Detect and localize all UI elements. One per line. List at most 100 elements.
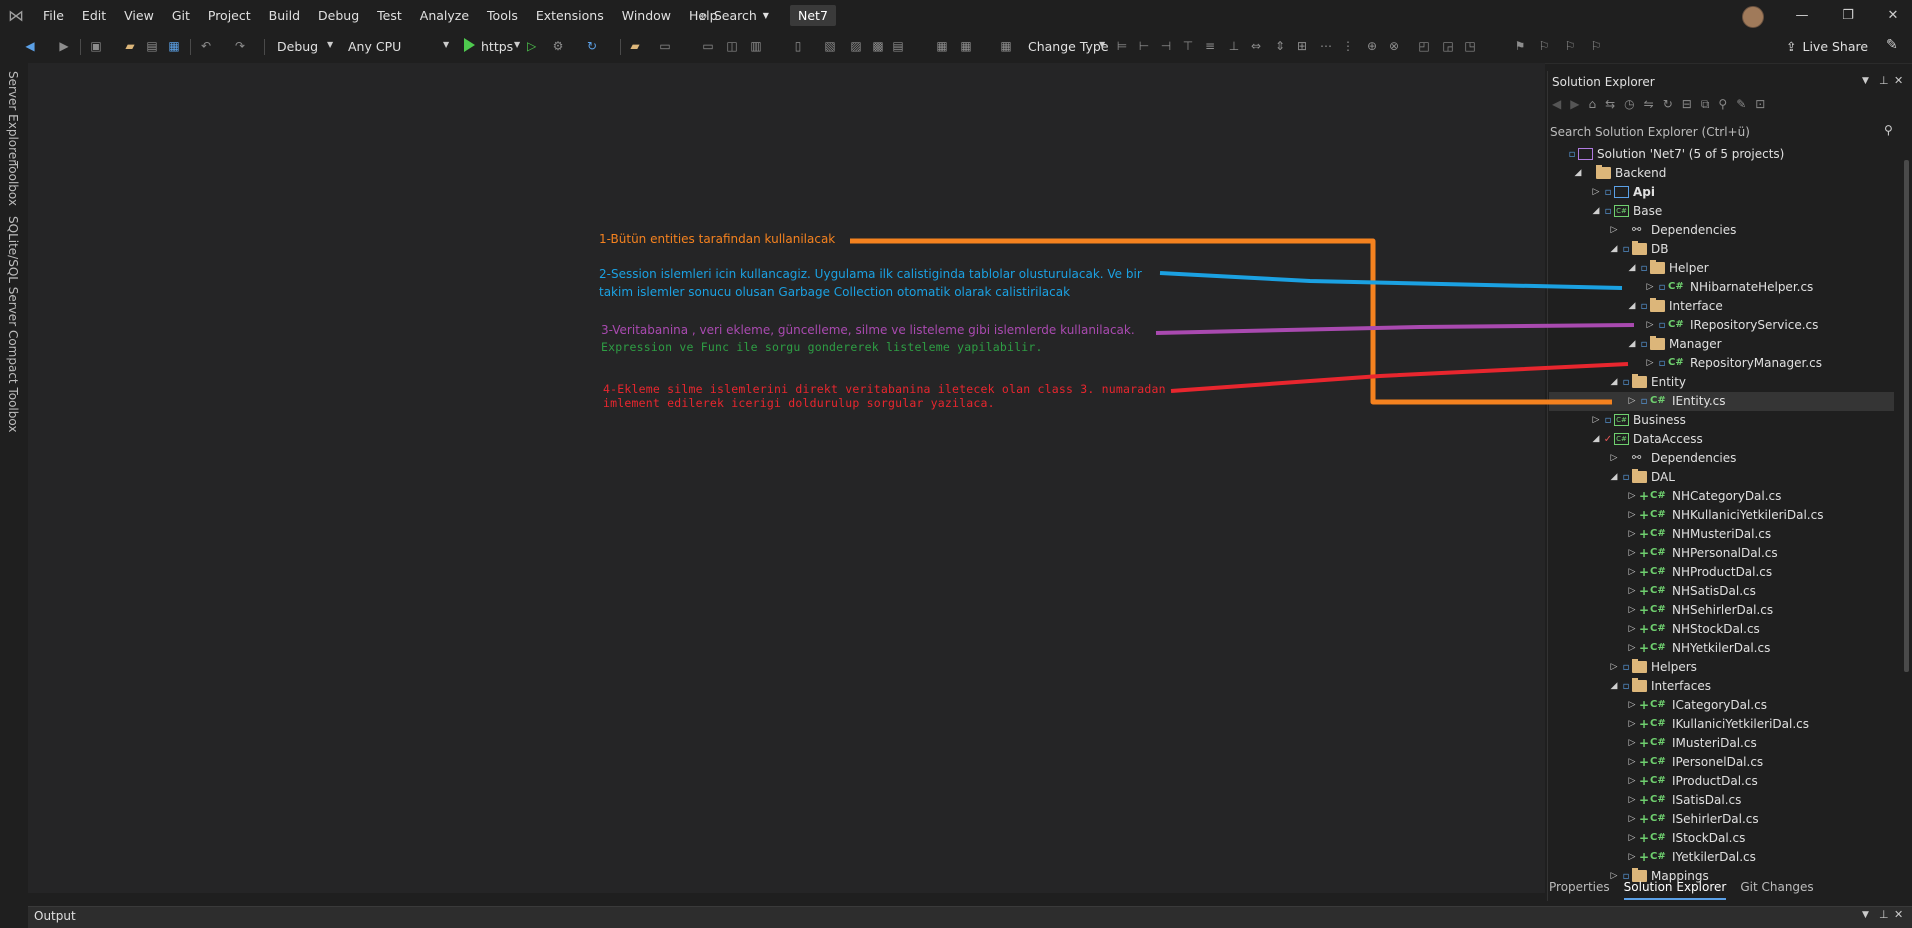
table-icon[interactable]: ▤ [890,38,906,54]
sync-active-document-icon[interactable]: ⇋ [1644,97,1654,117]
tree-item[interactable]: ▷ ▫ C# Business [1549,411,1894,430]
window-position-icon[interactable]: ▼ [1862,910,1869,920]
tree-item[interactable]: ▷ ⚯ Dependencies [1549,221,1894,240]
window-position-icon[interactable]: ▼ [1862,76,1869,86]
collapsed-chevron-icon[interactable]: ▷ [1627,525,1637,544]
bookmark-icon[interactable]: ▯ [790,38,806,54]
pin-icon[interactable]: ⊥ [1879,74,1889,87]
tree-item[interactable]: ◢ ▫ C# Base [1549,202,1894,221]
start-debugging-icon[interactable] [464,38,475,52]
switch-views-icon[interactable]: ⇆ [1605,97,1615,117]
collapsed-chevron-icon[interactable]: ▷ [1627,734,1637,753]
tab-server-explorer[interactable]: Server Explorer [6,71,20,164]
output-title[interactable]: Output [34,909,76,923]
avatar[interactable] [1742,6,1764,28]
align-bottom-icon[interactable]: ⊥ [1226,38,1242,54]
restore-icon[interactable]: ❐ [1833,4,1863,28]
menu-view[interactable]: View [115,0,163,31]
grid-icon[interactable]: ▦ [934,38,950,54]
run-target-button[interactable]: https [481,39,513,55]
tree-item[interactable]: ◢ ✓ C# DataAccess [1549,430,1894,449]
tree-item[interactable]: ▷ + C# IYetkilerDal.cs [1549,848,1894,867]
collapsed-chevron-icon[interactable]: ▷ [1645,278,1655,297]
tree-item[interactable]: ▷ ⚯ Dependencies [1549,449,1894,468]
navigate-forward-icon[interactable]: ▶ [56,38,72,54]
menu-git[interactable]: Git [163,0,199,31]
show-all-files-icon[interactable]: ⧉ [1701,97,1710,117]
tree-item[interactable]: ▷ + C# IStockDal.cs [1549,829,1894,848]
center-vertically-icon[interactable]: ⊗ [1386,38,1402,54]
align-top-icon[interactable]: ⊤ [1180,38,1196,54]
tree-item[interactable]: ▷ + C# NHKullaniciYetkileriDal.cs [1549,506,1894,525]
tab-toolbox[interactable]: Toolbox [6,161,20,206]
menu-project[interactable]: Project [199,0,260,31]
collapsed-chevron-icon[interactable]: ▷ [1645,354,1655,373]
menu-debug[interactable]: Debug [309,0,368,31]
menu-build[interactable]: Build [260,0,309,31]
collapsed-chevron-icon[interactable]: ▷ [1627,544,1637,563]
send-back-icon[interactable]: ◲ [1440,38,1456,54]
expanded-chevron-icon[interactable]: ◢ [1609,373,1619,392]
tree-item[interactable]: ◢ ▫ DB [1549,240,1894,259]
navigate-back-icon[interactable]: ◀ [22,38,38,54]
tree-item[interactable]: ◢ ▫ Manager [1549,335,1894,354]
tree-item[interactable]: ▷ + C# NHMusteriDal.cs [1549,525,1894,544]
align-right-icon[interactable]: ⊣ [1158,38,1174,54]
bookmark-clear-icon[interactable]: ⚐ [1588,38,1604,54]
expanded-chevron-icon[interactable]: ◢ [1627,297,1637,316]
menu-extensions[interactable]: Extensions [527,0,613,31]
start-without-debugging-icon[interactable]: ▷ [527,39,536,53]
bookmark-prev-icon[interactable]: ⚐ [1536,38,1552,54]
tree-item[interactable]: ▷ ▫ Helpers [1549,658,1894,677]
back-icon[interactable]: ◀ [1552,97,1561,117]
collapsed-chevron-icon[interactable]: ▷ [1627,810,1637,829]
redo-icon[interactable]: ↷ [232,38,248,54]
format-icon[interactable]: ▧ [822,38,838,54]
tab-order-icon[interactable]: ◳ [1462,38,1478,54]
expanded-chevron-icon[interactable]: ◢ [1627,259,1637,278]
vertical-spacing-icon[interactable]: ⋮ [1340,38,1356,54]
tree-item[interactable]: ▷ + C# IMusteriDal.cs [1549,734,1894,753]
split-view-icon[interactable]: ◫ [724,38,740,54]
collapsed-chevron-icon[interactable]: ▷ [1627,791,1637,810]
tree-item[interactable]: ▷ + C# IPersonelDal.cs [1549,753,1894,772]
tree-item[interactable]: ▷ ▫ Api [1549,183,1894,202]
expanded-chevron-icon[interactable]: ◢ [1573,164,1583,183]
close-panel-icon[interactable]: ✕ [1894,74,1903,87]
tree-item[interactable]: ▷ + C# NHProductDal.cs [1549,563,1894,582]
bookmark-next-icon[interactable]: ⚐ [1562,38,1578,54]
tree-item[interactable]: ◢ ▫ Helper [1549,259,1894,278]
filter-icon[interactable]: ⚲ [1718,97,1727,117]
menu-window[interactable]: Window [613,0,680,31]
change-type-button[interactable]: Change Type [1028,39,1109,55]
tab-properties[interactable]: Properties [1549,880,1610,900]
open-folder-icon[interactable]: ▰ [122,38,138,54]
tree-item[interactable]: ▷ ▫ C# NHibarnateHelper.cs [1549,278,1894,297]
solution-explorer-scrollbar[interactable] [1904,160,1909,672]
pin-icon[interactable]: ⊥ [1879,908,1889,921]
tree-item[interactable]: ▷ + C# NHCategoryDal.cs [1549,487,1894,506]
menu-edit[interactable]: Edit [73,0,115,31]
attach-process-icon[interactable]: ⚙ [550,38,566,54]
new-project-icon[interactable]: ▣ [88,38,104,54]
minimize-icon[interactable]: — [1787,4,1817,28]
close-panel-icon[interactable]: ✕ [1894,908,1903,921]
collapsed-chevron-icon[interactable]: ▷ [1627,601,1637,620]
solution-explorer-search-input[interactable]: Search Solution Explorer (Ctrl+ü) [1550,123,1890,141]
same-height-icon[interactable]: ⇕ [1272,38,1288,54]
layout-icon[interactable]: ▭ [657,38,673,54]
collapsed-chevron-icon[interactable]: ▷ [1627,829,1637,848]
collapse-all-icon[interactable]: ⊟ [1682,97,1692,117]
close-icon[interactable]: ✕ [1878,4,1908,28]
tree-item[interactable]: ▷ + C# NHStockDal.cs [1549,620,1894,639]
menu-tools[interactable]: Tools [478,0,527,31]
tree-item[interactable]: ▷ + C# NHSatisDal.cs [1549,582,1894,601]
collapsed-chevron-icon[interactable]: ▷ [1609,658,1619,677]
tree-item[interactable]: ◢ ▫ Interface [1549,297,1894,316]
layout-grid-icon[interactable]: ▦ [998,38,1014,54]
tree-item[interactable]: ▷ + C# NHPersonalDal.cs [1549,544,1894,563]
tree-item[interactable]: ◢ ▫ Interfaces [1549,677,1894,696]
tree-item[interactable]: ▫ Solution 'Net7' (5 of 5 projects) [1549,145,1894,164]
collapsed-chevron-icon[interactable]: ▷ [1609,221,1619,240]
tree-item[interactable]: ▷ ▫ C# IRepositoryService.cs [1549,316,1894,335]
